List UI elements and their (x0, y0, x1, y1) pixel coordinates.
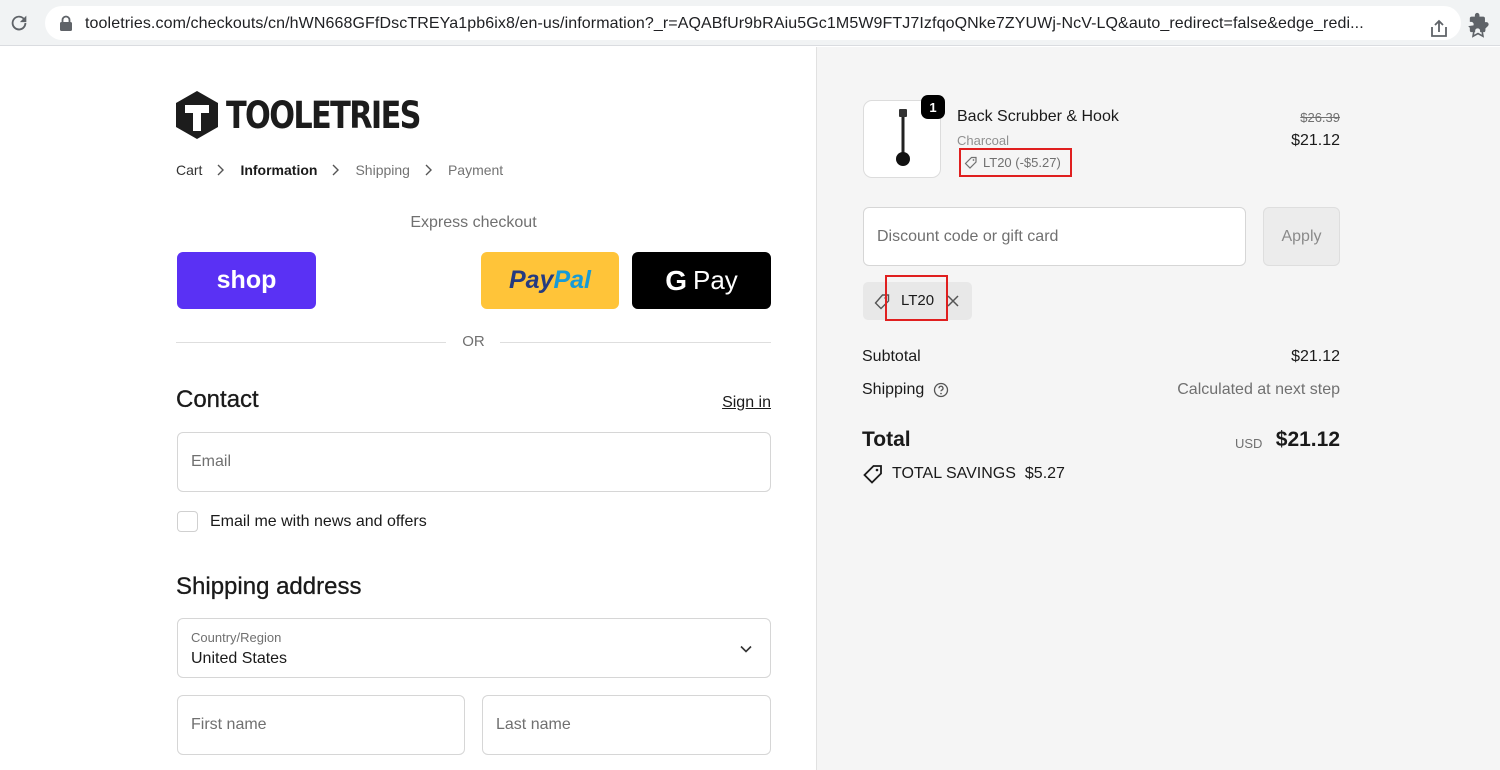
shipping-address-heading: Shipping address (176, 573, 362, 600)
email-field[interactable] (177, 432, 771, 492)
express-checkout-label: Express checkout (410, 214, 537, 231)
paypal-label-pay: Pay (508, 266, 554, 294)
close-icon[interactable] (944, 292, 962, 310)
quantity-badge: 1 (921, 95, 945, 119)
contact-heading: Contact (176, 386, 259, 413)
paypal-button[interactable]: Pay Pal (481, 252, 619, 309)
first-name-field[interactable] (177, 695, 465, 755)
help-circle-icon[interactable] (933, 382, 949, 398)
discount-code-field[interactable] (863, 207, 1246, 266)
newsletter-option[interactable]: Email me with news and offers (177, 511, 427, 532)
breadcrumb-information: Information (240, 162, 318, 178)
browser-toolbar: tooletries.com/checkouts/cn/hWN668GFfDsc… (0, 0, 1500, 46)
order-summary: 1 Back Scrubber & Hook Charcoal LT20 (-$… (816, 47, 1500, 770)
or-text: OR (462, 333, 485, 350)
original-price: $26.39 (1300, 110, 1340, 125)
shop-pay-button[interactable]: shop (177, 252, 316, 309)
breadcrumb: Cart Information Shipping Payment (176, 162, 503, 178)
sign-in-link[interactable]: Sign in (690, 394, 771, 412)
last-name-field[interactable] (482, 695, 771, 755)
line-discount-tag: LT20 (-$5.27) (959, 148, 1072, 177)
tag-icon (964, 156, 977, 169)
subtotal-label: Subtotal (862, 348, 921, 365)
checkout-main: TOOLETRIES Cart Information Shipping Pay… (0, 47, 816, 770)
shipping-value: Calculated at next step (1177, 381, 1340, 398)
line-discount-text: LT20 (-$5.27) (983, 155, 1061, 170)
lock-icon[interactable] (59, 15, 73, 31)
chevron-down-icon[interactable] (739, 642, 753, 656)
product-name: Back Scrubber & Hook (957, 108, 1119, 125)
brand-logo[interactable]: TOOLETRIES (176, 91, 462, 139)
chevron-right-icon (332, 164, 340, 176)
last-name-input[interactable] (483, 696, 770, 754)
reload-icon[interactable] (8, 12, 30, 34)
google-g-icon: G (665, 264, 687, 296)
product-variant: Charcoal (957, 133, 1010, 148)
total-label: Total (862, 428, 911, 451)
breadcrumb-payment: Payment (447, 162, 504, 178)
address-bar[interactable]: tooletries.com/checkouts/cn/hWN668GFfDsc… (45, 6, 1488, 40)
shipping-label: Shipping (862, 381, 925, 398)
savings-tag-icon (863, 465, 882, 484)
brand-name: TOOLETRIES (226, 93, 422, 137)
country-value[interactable]: United States (191, 650, 287, 668)
share-icon[interactable] (1429, 19, 1449, 39)
savings-label: TOTAL SAVINGS (892, 465, 1016, 482)
applied-discount-chip: LT20 (863, 275, 972, 321)
savings-value: $5.27 (1024, 465, 1065, 482)
applied-code-text: LT20 (901, 292, 935, 309)
google-pay-button[interactable]: G Pay (632, 252, 771, 309)
total-value: $21.12 (1275, 428, 1340, 451)
url-text[interactable]: tooletries.com/checkouts/cn/hWN668GFfDsc… (85, 15, 1364, 33)
breadcrumb-cart[interactable]: Cart (176, 162, 202, 178)
apply-button[interactable]: Apply (1263, 207, 1340, 266)
current-price: $21.12 (1291, 132, 1340, 149)
logo-mark-icon (176, 91, 218, 139)
shop-pay-label: shop (216, 266, 277, 294)
subtotal-value: $21.12 (1291, 348, 1340, 365)
country-select[interactable]: Country/Region United States (177, 618, 771, 678)
breadcrumb-shipping: Shipping (355, 162, 410, 178)
newsletter-checkbox[interactable] (177, 511, 198, 532)
chevron-right-icon (425, 164, 432, 176)
google-pay-label: Pay (692, 265, 738, 295)
chevron-right-icon (217, 164, 225, 176)
or-divider: OR (176, 332, 771, 352)
paypal-label-pal: Pal (553, 266, 591, 294)
extensions-puzzle-icon[interactable] (1468, 12, 1490, 34)
country-label: Country/Region (191, 630, 282, 645)
email-input[interactable] (178, 433, 770, 491)
total-savings: TOTAL SAVINGS $5.27 (863, 464, 1065, 484)
discount-code-input[interactable] (864, 208, 1245, 265)
first-name-input[interactable] (178, 696, 464, 754)
newsletter-label[interactable]: Email me with news and offers (210, 513, 427, 531)
